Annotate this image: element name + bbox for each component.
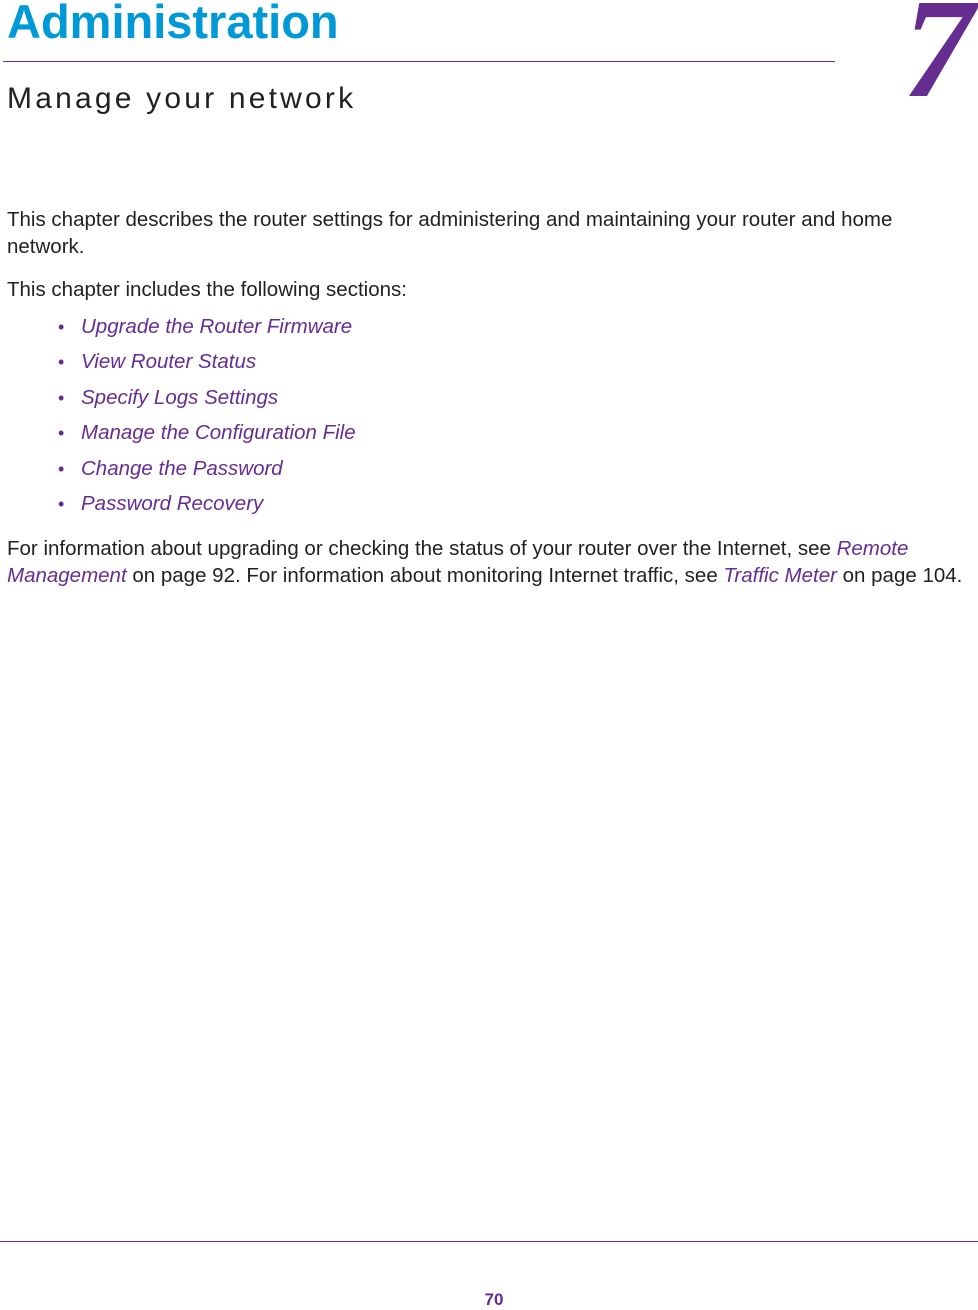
chapter-number: 7 (903, 0, 974, 127)
chapter-subtitle: Manage your network (7, 82, 357, 115)
closing-text-1: For information about upgrading or check… (7, 537, 837, 560)
closing-text-2: on page 92. For information about monito… (126, 564, 724, 587)
closing-paragraph: For information about upgrading or check… (7, 535, 967, 589)
chapter-title-divider (3, 61, 835, 62)
chapter-title: Administration (7, 0, 339, 48)
bullet-icon: • (58, 352, 65, 373)
bullet-icon: • (58, 317, 65, 337)
section-link-logs-settings[interactable]: Specify Logs Settings (81, 386, 278, 410)
section-link-change-password[interactable]: Change the Password (81, 457, 283, 481)
section-link-password-recovery[interactable]: Password Recovery (81, 492, 263, 516)
bullet-icon: • (58, 458, 65, 479)
traffic-meter-link[interactable]: Traffic Meter (723, 564, 837, 587)
bullet-icon: • (58, 387, 65, 408)
closing-text-3: on page 104. (836, 564, 963, 587)
sections-intro: This chapter includes the following sect… (7, 278, 407, 301)
bullet-icon: • (58, 493, 65, 514)
page-number: 70 (484, 1290, 504, 1309)
intro-paragraph: This chapter describes the router settin… (7, 208, 893, 258)
bullet-icon: • (58, 423, 65, 444)
section-link-configuration-file[interactable]: Manage the Configuration File (81, 421, 356, 445)
section-link-upgrade-firmware[interactable]: Upgrade the Router Firmware (81, 315, 352, 339)
section-link-view-router-status[interactable]: View Router Status (81, 350, 256, 374)
footer-divider (0, 1241, 978, 1242)
